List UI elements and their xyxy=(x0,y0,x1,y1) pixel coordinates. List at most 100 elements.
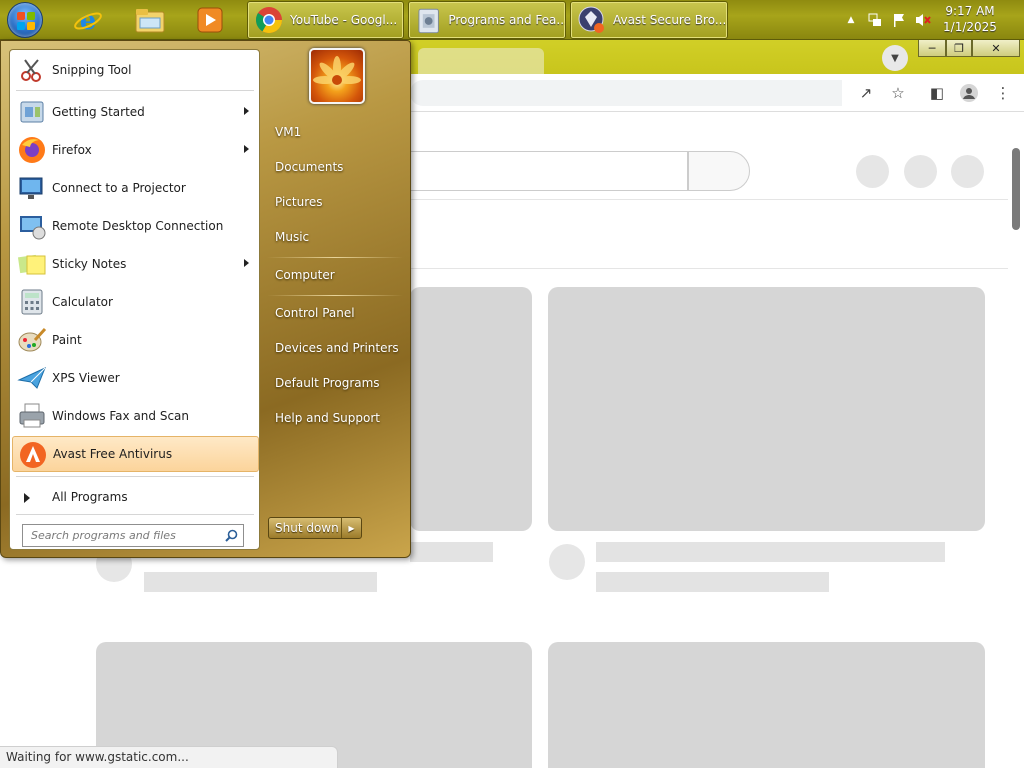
scissors-icon xyxy=(16,54,48,86)
start-button[interactable] xyxy=(7,2,43,38)
program-item-remote-desktop[interactable]: Remote Desktop Connection xyxy=(12,208,259,244)
menu-kebab-icon[interactable]: ⋮ xyxy=(992,82,1014,104)
taskbar-item-label: Programs and Fea... xyxy=(448,13,565,27)
start-link-control-panel[interactable]: Control Panel xyxy=(263,298,409,328)
taskbar-item-programs[interactable]: Programs and Fea... xyxy=(408,1,566,39)
search-icon[interactable] xyxy=(225,529,238,545)
start-menu: Snipping Tool Getting Started Firefox Co… xyxy=(0,40,411,558)
program-label: Connect to a Projector xyxy=(52,181,186,195)
network-tray-button[interactable] xyxy=(866,0,884,40)
program-label: Sticky Notes xyxy=(52,257,127,271)
bookmark-star-icon[interactable]: ☆ xyxy=(887,82,909,104)
title-placeholder xyxy=(410,542,493,562)
taskbar-item-youtube[interactable]: YouTube - Googl... xyxy=(247,1,404,39)
start-link-documents[interactable]: Documents xyxy=(263,152,409,182)
windows-explorer-icon xyxy=(135,9,165,33)
search-placeholder: Search programs and files xyxy=(31,529,176,542)
shutdown-label: Shut down xyxy=(275,521,339,535)
start-link-label: Documents xyxy=(275,160,344,174)
placeholder-icon[interactable] xyxy=(856,155,889,188)
flower-icon xyxy=(313,56,361,85)
shutdown-options-button[interactable]: ▶ xyxy=(341,518,361,538)
browser-tab[interactable] xyxy=(418,48,544,74)
start-menu-program-list: Snipping Tool Getting Started Firefox Co… xyxy=(9,49,260,550)
volume-tray-button[interactable] xyxy=(914,0,932,40)
start-link-label: Default Programs xyxy=(275,376,380,390)
program-item-fax-scan[interactable]: Windows Fax and Scan xyxy=(12,398,259,434)
start-link-devices-printers[interactable]: Devices and Printers xyxy=(263,333,409,363)
program-item-sticky-notes[interactable]: Sticky Notes xyxy=(12,246,259,282)
divider xyxy=(410,268,1008,269)
divider xyxy=(267,257,403,258)
start-link-default-programs[interactable]: Default Programs xyxy=(263,368,409,398)
projector-icon xyxy=(16,172,48,204)
divider xyxy=(16,90,254,91)
start-search-input[interactable]: Search programs and files xyxy=(22,524,244,547)
video-thumbnail-placeholder[interactable] xyxy=(548,642,985,768)
internet-explorer-icon: e xyxy=(74,6,102,35)
taskbar-item-avast-browser[interactable]: Avast Secure Bro... xyxy=(570,1,728,39)
volume-muted-icon xyxy=(916,14,931,26)
action-center-tray-button[interactable] xyxy=(890,0,908,40)
scrollbar-thumb[interactable] xyxy=(1012,148,1020,230)
program-item-connect-projector[interactable]: Connect to a Projector xyxy=(12,170,259,206)
minimize-button[interactable]: ─ xyxy=(918,39,946,57)
program-item-avast[interactable]: Avast Free Antivirus xyxy=(12,436,259,472)
meta-placeholder xyxy=(596,572,829,592)
restore-icon: ❐ xyxy=(954,41,964,55)
user-picture[interactable] xyxy=(309,48,365,104)
avast-secure-browser-icon xyxy=(578,6,604,33)
start-link-music[interactable]: Music xyxy=(263,222,409,252)
program-item-xps-viewer[interactable]: XPS Viewer xyxy=(12,360,259,396)
internet-explorer-button[interactable]: e xyxy=(68,3,108,37)
show-hidden-icons-button[interactable]: ▲ xyxy=(844,0,858,40)
start-link-pictures[interactable]: Pictures xyxy=(263,187,409,217)
close-icon: ✕ xyxy=(991,41,1001,55)
program-item-snipping-tool[interactable]: Snipping Tool xyxy=(12,52,259,88)
all-programs-button[interactable]: All Programs xyxy=(12,482,259,512)
video-thumbnail-placeholder[interactable] xyxy=(410,287,532,531)
shutdown-button[interactable]: Shut down ▶ xyxy=(268,517,362,539)
tab-search-button[interactable]: ▼ xyxy=(882,45,908,71)
title-placeholder xyxy=(596,542,945,562)
flag-icon xyxy=(894,14,904,27)
placeholder-icon[interactable] xyxy=(904,155,937,188)
program-item-getting-started[interactable]: Getting Started xyxy=(12,94,259,130)
media-player-button[interactable] xyxy=(190,3,230,37)
youtube-search-input[interactable] xyxy=(410,151,688,191)
triangle-up-icon: ▲ xyxy=(847,15,855,25)
start-link-label: Devices and Printers xyxy=(275,341,399,355)
program-item-calculator[interactable]: Calculator xyxy=(12,284,259,320)
program-item-firefox[interactable]: Firefox xyxy=(12,132,259,168)
start-link-label: Music xyxy=(275,230,310,244)
youtube-search-button[interactable] xyxy=(688,151,750,191)
video-thumbnail-placeholder[interactable] xyxy=(548,287,985,531)
side-panel-icon[interactable]: ◧ xyxy=(926,82,948,104)
submenu-arrow-icon xyxy=(244,107,249,115)
start-link-help-support[interactable]: Help and Support xyxy=(263,403,409,433)
program-label: Firefox xyxy=(52,143,92,157)
divider xyxy=(16,514,254,515)
start-link-user[interactable]: VM1 xyxy=(263,117,409,147)
windows-explorer-button[interactable] xyxy=(130,3,170,37)
clock[interactable]: 9:17 AM 1/1/2025 xyxy=(940,3,1000,35)
network-icon xyxy=(868,13,881,26)
taskbar: e YouTube - Googl... Programs and Fea...… xyxy=(0,0,1024,40)
start-link-label: VM1 xyxy=(275,125,302,139)
arrow-right-icon: ▶ xyxy=(348,523,355,533)
share-icon[interactable]: ↗ xyxy=(855,82,877,104)
restore-button[interactable]: ❐ xyxy=(946,39,972,57)
xps-viewer-icon xyxy=(16,362,48,394)
start-link-label: Help and Support xyxy=(275,411,380,425)
profile-icon[interactable] xyxy=(958,82,980,104)
start-link-label: Control Panel xyxy=(275,306,355,320)
start-link-computer[interactable]: Computer xyxy=(263,260,409,290)
close-button[interactable]: ✕ xyxy=(972,39,1020,57)
taskbar-item-label: YouTube - Googl... xyxy=(290,13,398,27)
status-bar: Waiting for www.gstatic.com... xyxy=(0,746,338,768)
fax-scan-icon xyxy=(16,400,48,432)
program-item-paint[interactable]: Paint xyxy=(12,322,259,358)
address-bar[interactable] xyxy=(410,80,842,106)
program-label: XPS Viewer xyxy=(52,371,120,385)
placeholder-icon[interactable] xyxy=(951,155,984,188)
